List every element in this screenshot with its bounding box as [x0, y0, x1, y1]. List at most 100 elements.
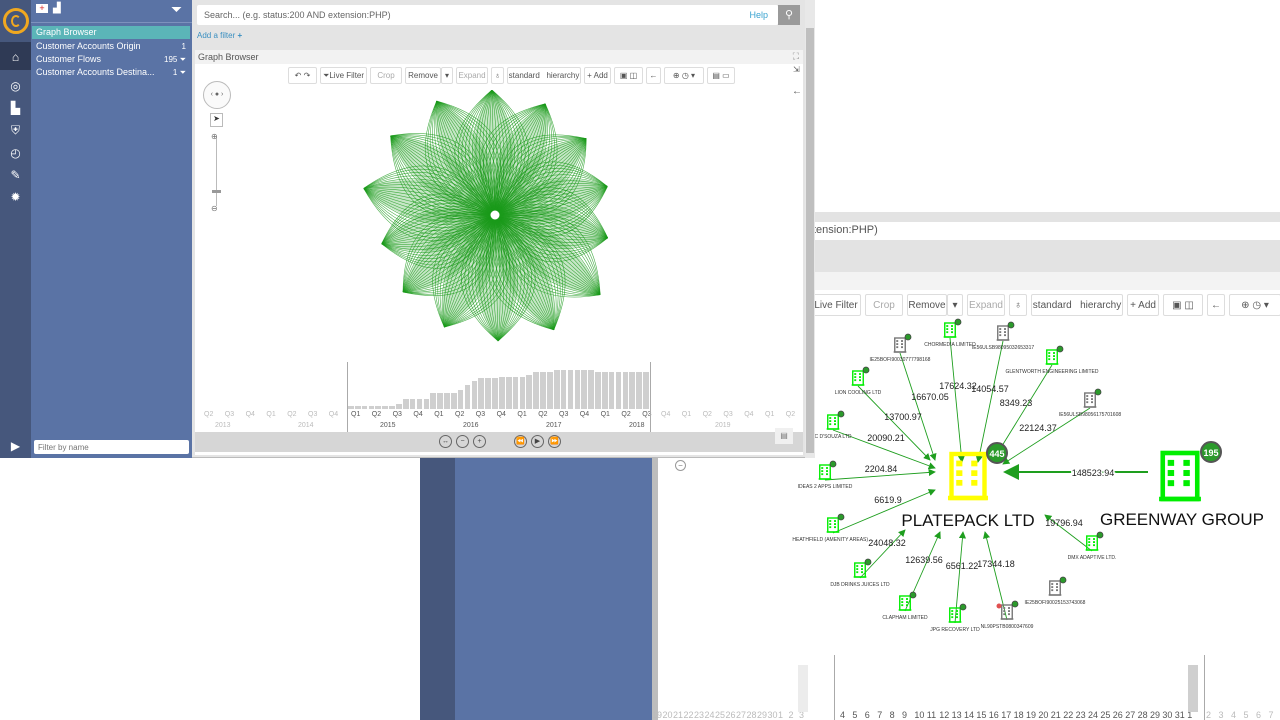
layout-standard-label: standard: [508, 71, 540, 80]
scrollbar[interactable]: [805, 0, 815, 458]
quarter-label: Q1: [517, 411, 527, 418]
timeline-bar: [450, 392, 457, 409]
remove-dropdown[interactable]: ▾: [441, 67, 453, 84]
timeline-bar: [512, 376, 519, 409]
history-icon[interactable]: ◴: [0, 146, 31, 160]
zoom-in-icon[interactable]: +: [473, 435, 486, 448]
filter-by-name-input[interactable]: [34, 440, 189, 454]
timeline-bar: [402, 399, 409, 409]
node-badge: [862, 366, 870, 374]
gear-icon[interactable]: ✹: [0, 190, 31, 204]
building-window: [821, 467, 824, 469]
day-label: 23: [1075, 710, 1086, 720]
chart-icon[interactable]: ▟: [53, 3, 61, 14]
timeline-bar: [505, 376, 512, 409]
expand-button[interactable]: Expand: [456, 67, 488, 84]
search-button[interactable]: ⚲: [778, 5, 800, 25]
timeline-bar: [354, 406, 361, 409]
node-label: JPG RECOVERY LTD: [930, 627, 980, 633]
sidebar-item-customer-accounts-destination[interactable]: Customer Accounts Destina... 1 ⏷: [32, 66, 190, 79]
redo-icon[interactable]: ↷: [304, 71, 311, 80]
day-label: 4: [840, 710, 846, 720]
day-label: 6: [864, 710, 870, 720]
sidebar-item-customer-flows[interactable]: Customer Flows 195 ⏷: [32, 53, 190, 66]
building-window: [854, 379, 857, 382]
pointer-tool-icon[interactable]: ➤: [210, 113, 223, 127]
day-label: 24: [1088, 710, 1099, 720]
zoom-plus-icon[interactable]: ⊕: [211, 132, 218, 141]
node-badge: [1056, 345, 1064, 353]
undo-redo-buttons[interactable]: ↶ ↷: [288, 67, 317, 84]
building-window: [821, 470, 824, 472]
quarter-label: Q2: [702, 411, 712, 418]
building-window: [1004, 328, 1006, 330]
funnel-icon[interactable]: ⏷: [171, 1, 182, 18]
day-label: 7: [1268, 710, 1274, 720]
building-window: [999, 328, 1002, 330]
sidebar-item-customer-accounts-origin[interactable]: Customer Accounts Origin 1: [32, 40, 190, 53]
crop-button[interactable]: Crop: [370, 67, 402, 84]
day-label: 26: [725, 710, 736, 720]
day-label: 9: [902, 710, 908, 720]
select-tools[interactable]: ▣ ◫: [614, 67, 643, 84]
building-window: [946, 328, 949, 330]
quarter-label: Q2: [785, 411, 796, 418]
fullscreen-icon[interactable]: ⛶: [793, 51, 799, 62]
shield-icon[interactable]: ⛨: [0, 123, 31, 138]
lightbulb-icon[interactable]: ♁: [491, 67, 504, 84]
layout-standard[interactable]: standard hierarchy: [507, 67, 581, 84]
company-building-icon: [818, 464, 832, 480]
play-circle-icon[interactable]: ▶: [0, 439, 31, 453]
timeline-bar: [636, 372, 642, 409]
play-icon[interactable]: ▶: [531, 435, 544, 448]
building-window: [1086, 395, 1089, 397]
timeline-bar: [464, 384, 471, 409]
sidebar-item-label: Customer Accounts Destina...: [36, 67, 155, 77]
bar-chart-icon[interactable]: ▙: [0, 101, 31, 115]
fast-forward-icon[interactable]: ⏩: [548, 435, 561, 448]
range-handle[interactable]: [347, 362, 348, 432]
add-dashboard-icon[interactable]: +: [36, 4, 48, 13]
zoom-slider-handle[interactable]: [212, 190, 221, 193]
fit-width-icon[interactable]: ↔: [439, 435, 452, 448]
range-handle[interactable]: [650, 362, 651, 432]
search-input[interactable]: Search... (e.g. status:200 AND extension…: [197, 5, 778, 25]
building-window: [826, 470, 828, 472]
undo-icon[interactable]: ↶: [295, 71, 302, 80]
quarter-label: Q4: [328, 411, 339, 418]
building-window: [971, 470, 978, 476]
remove-button[interactable]: Remove: [405, 67, 441, 84]
day-label: 7: [877, 710, 883, 720]
save-open-group[interactable]: ▤ ▭: [707, 67, 735, 84]
back-arrow-icon[interactable]: ←: [646, 67, 661, 84]
building-window: [1093, 541, 1095, 543]
building-window: [854, 373, 857, 375]
year-label: 2017: [546, 422, 562, 429]
building-window: [1088, 544, 1091, 547]
range-handle[interactable]: [834, 655, 835, 720]
timeline-menu-icon[interactable]: ▤: [775, 428, 793, 444]
wrench-icon[interactable]: ✎: [0, 168, 31, 182]
timeline-bar: [567, 370, 574, 409]
timeline-bar: [361, 406, 368, 409]
zoom-slider[interactable]: [216, 136, 217, 206]
building-window: [1086, 398, 1089, 400]
live-filter-button[interactable]: ⏷ Live Filter: [320, 67, 367, 84]
add-filter-link[interactable]: Add a filter +: [197, 31, 242, 40]
compass-icon[interactable]: ◎: [0, 79, 31, 93]
zoom-minus-icon[interactable]: ⊖: [211, 204, 218, 213]
pan-control[interactable]: ‹ ● ›: [203, 81, 231, 109]
globe-clock-group[interactable]: ⊕ ◷ ▾: [664, 67, 704, 84]
range-handle[interactable]: [1204, 655, 1205, 720]
sidebar-item-graph-browser[interactable]: Graph Browser: [32, 26, 190, 39]
rewind-icon[interactable]: ⏪: [514, 435, 527, 448]
home-icon[interactable]: ⌂: [0, 50, 31, 64]
help-link[interactable]: Help: [749, 10, 768, 20]
side-arrow-icon[interactable]: ←: [792, 86, 802, 97]
zoom-out-icon[interactable]: −: [456, 435, 469, 448]
timeline-bar: [375, 406, 382, 409]
add-button[interactable]: + Add: [584, 67, 611, 84]
building-window: [1003, 613, 1006, 616]
edge-amount-label: 12639.56: [905, 555, 943, 565]
quarter-label: Q3: [392, 411, 402, 418]
